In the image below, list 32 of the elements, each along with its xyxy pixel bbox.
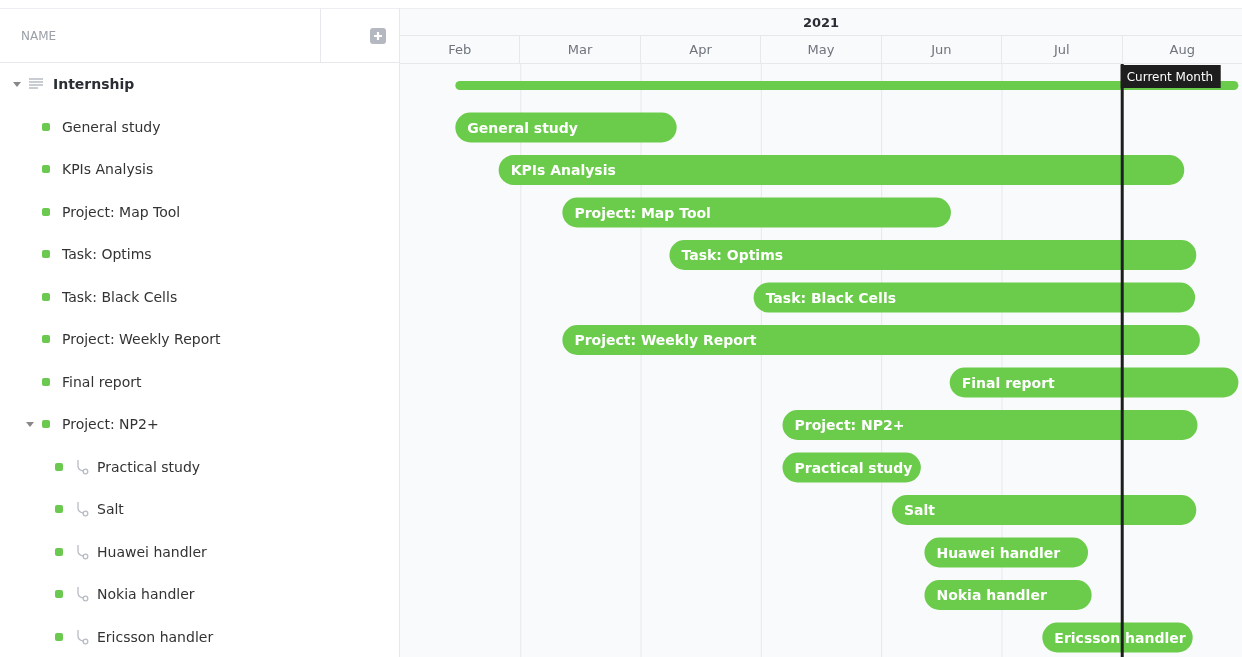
task-name[interactable]: KPIs Analysis — [62, 161, 154, 178]
list-icon — [29, 78, 43, 91]
month-label: Feb — [448, 42, 472, 57]
task-name[interactable]: Ericsson handler — [97, 628, 214, 645]
subtask-icon — [75, 501, 89, 518]
subtask-icon — [75, 586, 89, 603]
task-name[interactable]: Task: Black Cells — [62, 288, 178, 305]
task-name[interactable]: Practical study — [97, 458, 201, 475]
task-name[interactable]: Task: Optims — [62, 246, 152, 263]
current-month-tooltip: Current Month — [1120, 65, 1221, 88]
subtask-icon — [75, 458, 89, 475]
month-label: May — [807, 42, 835, 57]
task-name[interactable]: Project: NP2+ — [62, 416, 159, 433]
task-name[interactable]: Nokia handler — [97, 586, 195, 603]
name-column-header: NAME — [0, 9, 321, 62]
summary-bar[interactable] — [455, 81, 1239, 90]
task-name[interactable]: Salt — [97, 501, 124, 518]
subtask-icon — [75, 628, 89, 645]
month-label: Jun — [931, 42, 952, 57]
year-label: 2021 — [802, 14, 840, 30]
list-name[interactable]: Internship — [53, 76, 135, 93]
add-column-icon[interactable] — [370, 27, 386, 44]
month-label: Mar — [567, 42, 593, 57]
task-name[interactable]: Huawei handler — [97, 543, 207, 560]
task-name[interactable]: Final report — [62, 373, 142, 390]
subtask-icon — [75, 543, 89, 560]
task-name[interactable]: Project: Map Tool — [62, 203, 181, 220]
task-name[interactable]: Project: Weekly Report — [62, 331, 221, 348]
month-label: Jul — [1053, 42, 1070, 57]
month-label: Apr — [689, 42, 712, 57]
task-name[interactable]: General study — [62, 118, 161, 135]
month-label: Aug — [1169, 42, 1195, 57]
